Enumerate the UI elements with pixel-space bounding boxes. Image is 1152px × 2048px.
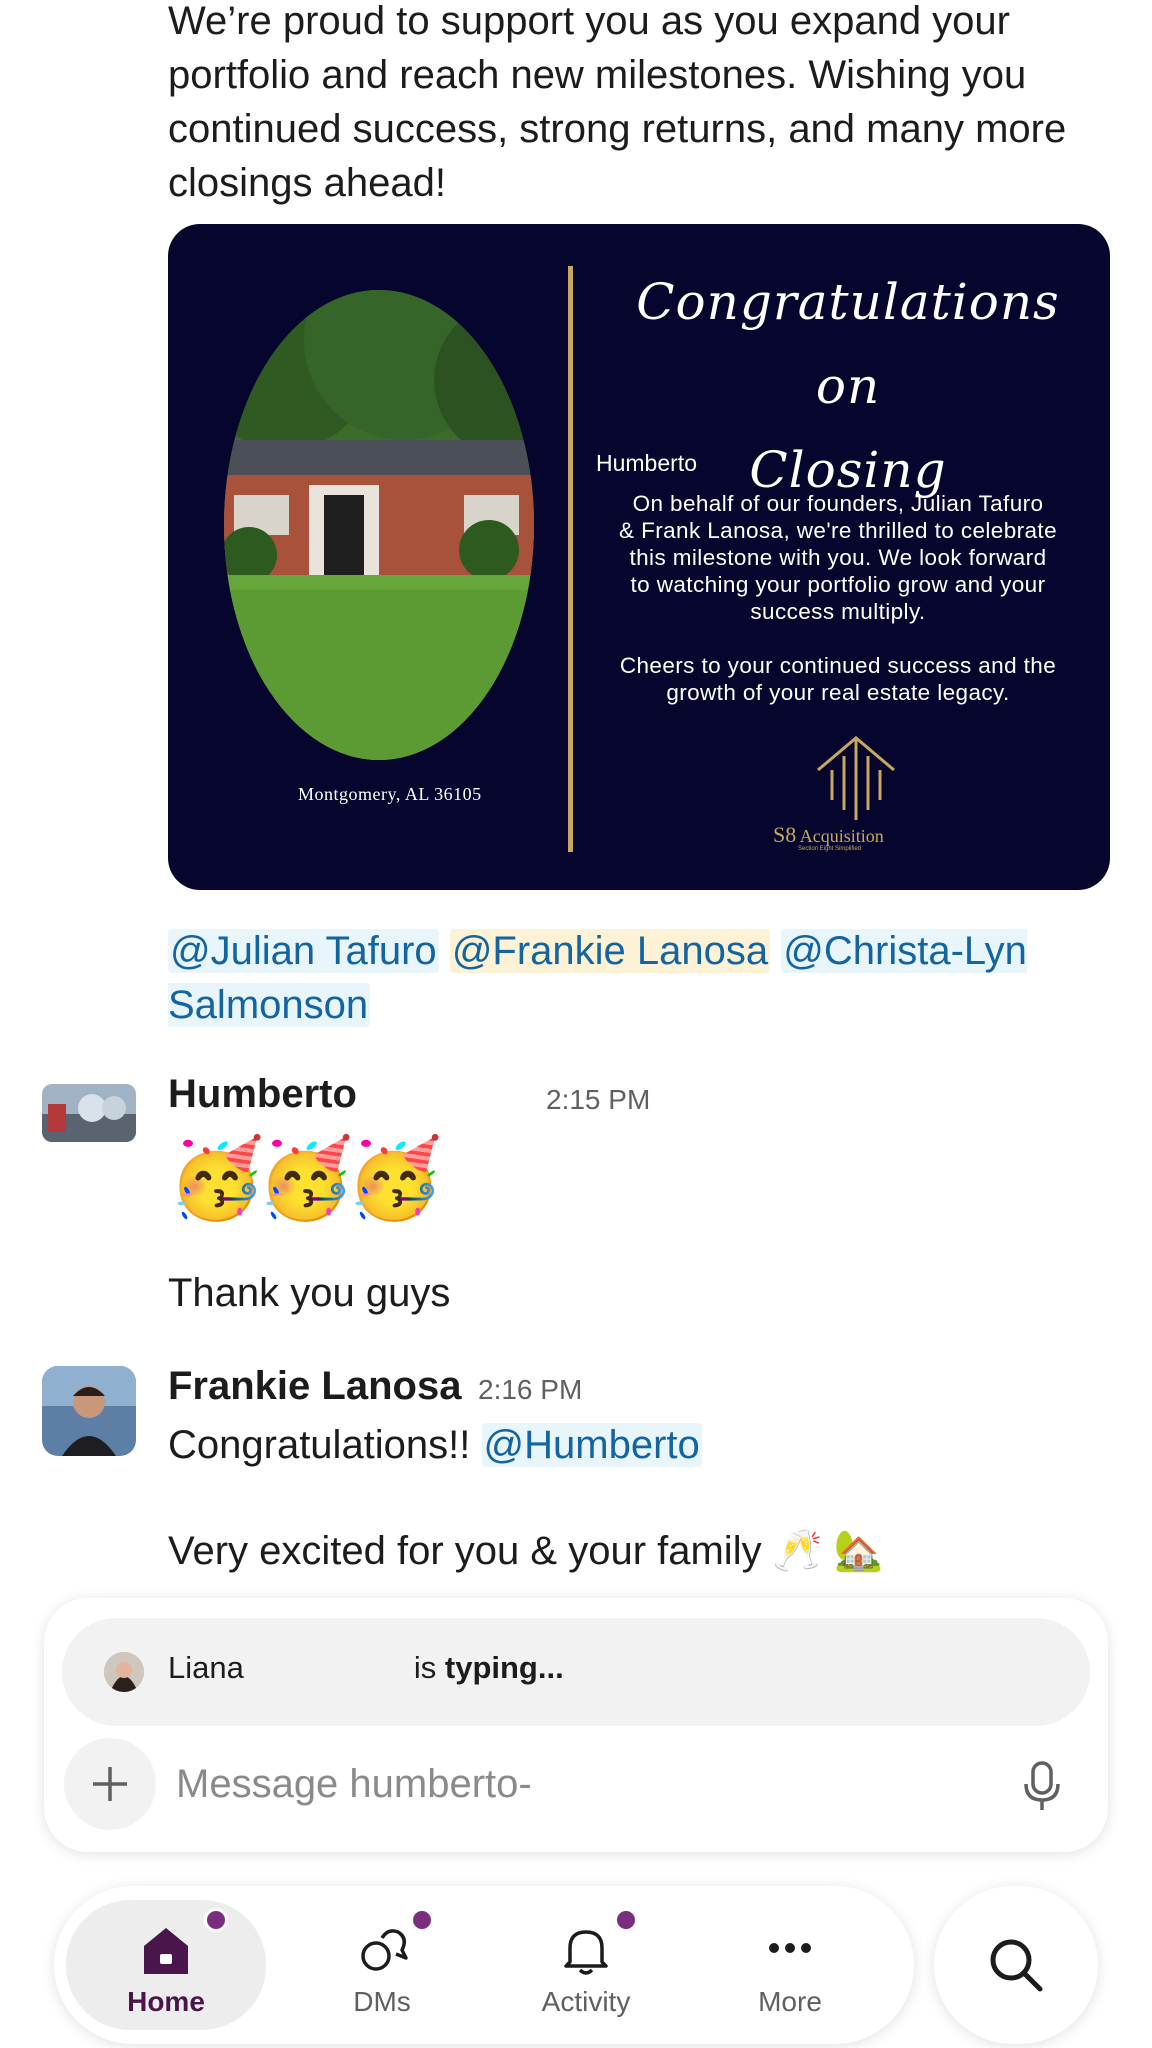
message-text-intro: We’re proud to support you as you expand… bbox=[168, 0, 1067, 205]
house-photo bbox=[224, 290, 534, 760]
message-text: Congratulations!! @Humberto bbox=[168, 1418, 702, 1472]
message-timestamp: 2:16 PM bbox=[478, 1374, 583, 1405]
plus-icon bbox=[93, 1767, 127, 1801]
message-timestamp: 2:15 PM bbox=[546, 1084, 651, 1115]
message-text: Thank you guys bbox=[168, 1271, 451, 1315]
tab-label: DMs bbox=[353, 1986, 411, 2017]
tab-label: More bbox=[758, 1986, 822, 2017]
tab-dms[interactable]: DMs bbox=[282, 1900, 482, 2030]
tab-more[interactable]: More bbox=[690, 1900, 890, 2030]
divider-line bbox=[568, 266, 573, 852]
avatar[interactable] bbox=[42, 1084, 136, 1142]
tab-activity[interactable]: Activity bbox=[486, 1900, 686, 2030]
mention-frankie[interactable]: @Frankie Lanosa bbox=[449, 929, 771, 973]
congratulations-card-image[interactable]: Congratulations on Closing Humberto On b… bbox=[168, 224, 1110, 890]
message-input[interactable] bbox=[176, 1752, 996, 1816]
party-face-emoji: 🥳🥳🥳 bbox=[168, 1134, 443, 1222]
search-button[interactable] bbox=[934, 1886, 1098, 2044]
sender-name[interactable]: Frankie Lanosa bbox=[168, 1364, 461, 1409]
mention-humberto[interactable]: @Humberto bbox=[481, 1423, 702, 1467]
home-icon bbox=[144, 1928, 188, 1974]
card-body-text: On behalf of our founders, Julian Tafuro… bbox=[619, 491, 1057, 705]
typing-text: Liana is typing... bbox=[168, 1650, 564, 1685]
notification-badge bbox=[410, 1908, 434, 1932]
search-icon bbox=[990, 1939, 1043, 1992]
notification-badge bbox=[614, 1908, 638, 1932]
tab-label: Activity bbox=[541, 1986, 631, 2017]
card-recipient: Humberto bbox=[596, 450, 697, 476]
more-icon bbox=[769, 1943, 811, 1953]
logo-name: S8 Acquisition bbox=[773, 822, 884, 847]
typing-user-avatar bbox=[104, 1652, 144, 1692]
message-text-prefix: Congratulations!! bbox=[168, 1423, 482, 1467]
mentions-line: @Julian Tafuro @Frankie Lanosa @Christa-… bbox=[168, 924, 1118, 1032]
bell-icon bbox=[564, 1930, 608, 1975]
sender-name[interactable]: Humberto bbox=[168, 1072, 357, 1117]
notification-badge bbox=[204, 1908, 228, 1932]
dms-icon bbox=[361, 1929, 408, 1971]
tab-home[interactable]: Home bbox=[66, 1900, 266, 2030]
message-text: Very excited for you & your family 🥂 🏡 bbox=[168, 1529, 884, 1573]
tab-label: Home bbox=[127, 1986, 205, 2017]
logo-tagline: Section Eight Simplified bbox=[798, 846, 862, 852]
avatar[interactable] bbox=[42, 1366, 136, 1456]
mention-julian[interactable]: @Julian Tafuro bbox=[168, 929, 439, 973]
microphone-icon[interactable] bbox=[1018, 1760, 1066, 1812]
add-attachment-button[interactable] bbox=[64, 1738, 156, 1830]
card-location: Montgomery, AL 36105 bbox=[298, 784, 482, 804]
